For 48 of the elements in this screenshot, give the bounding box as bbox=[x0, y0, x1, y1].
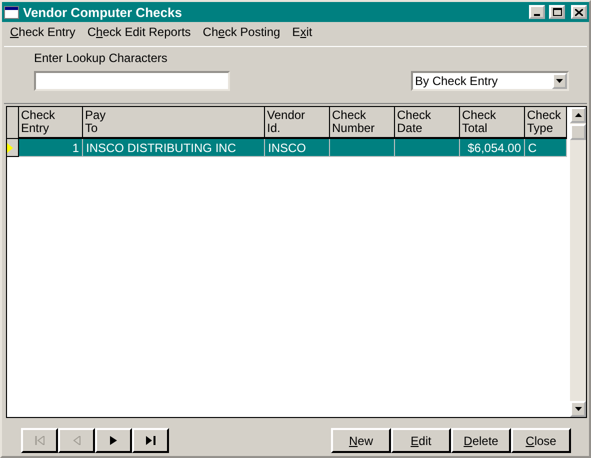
up-arrow-icon bbox=[574, 113, 582, 117]
window-title: Vendor Computer Checks bbox=[23, 4, 183, 20]
table-cell bbox=[395, 139, 460, 157]
scroll-thumb[interactable] bbox=[570, 124, 586, 140]
table-cell: 1 bbox=[19, 139, 83, 157]
column-header[interactable]: Pay To bbox=[83, 107, 265, 139]
caret-icon bbox=[556, 79, 563, 83]
command-button[interactable]: Edit bbox=[391, 428, 451, 453]
column-header[interactable]: Check Type bbox=[525, 107, 567, 139]
table-cell: $6,054.00 bbox=[460, 139, 525, 157]
menu-item[interactable]: Check Posting bbox=[202, 25, 280, 41]
table-cell: C bbox=[525, 139, 567, 157]
column-header[interactable]: Check Total bbox=[460, 107, 525, 139]
scroll-up-button[interactable] bbox=[570, 107, 586, 123]
table-cell: INSCO bbox=[265, 139, 330, 157]
navigation-button[interactable] bbox=[95, 428, 132, 453]
menu-item[interactable]: Check Entry bbox=[10, 25, 76, 41]
maximize-button[interactable] bbox=[549, 5, 565, 19]
current-row-icon bbox=[7, 142, 13, 152]
sort-dropdown[interactable]: By Check Entry bbox=[411, 71, 569, 91]
navigation-button[interactable] bbox=[132, 428, 169, 453]
minimize-button[interactable] bbox=[529, 5, 545, 19]
command-button[interactable]: New bbox=[331, 428, 391, 453]
column-header[interactable]: Check Entry bbox=[19, 107, 83, 139]
vertical-scrollbar[interactable] bbox=[570, 107, 586, 417]
maximize-icon bbox=[552, 8, 562, 16]
column-header[interactable]: Check Number bbox=[330, 107, 395, 139]
row-selector[interactable] bbox=[7, 139, 19, 157]
column-header[interactable]: Vendor Id. bbox=[265, 107, 330, 139]
down-arrow-icon bbox=[574, 407, 582, 411]
column-header[interactable]: Check Date bbox=[395, 107, 460, 139]
command-button[interactable]: Delete bbox=[451, 428, 511, 453]
last-record-icon bbox=[146, 436, 156, 445]
command-button[interactable]: Close bbox=[511, 428, 571, 453]
menu-item[interactable]: Check Edit Reports bbox=[87, 25, 191, 41]
table-cell bbox=[330, 139, 395, 157]
scroll-down-button[interactable] bbox=[570, 401, 586, 417]
close-icon bbox=[575, 8, 583, 16]
lookup-label: Enter Lookup Characters bbox=[34, 51, 168, 65]
close-button[interactable] bbox=[571, 5, 587, 19]
window-icon bbox=[4, 6, 19, 18]
next-icon bbox=[110, 436, 117, 445]
menu-item[interactable]: Exit bbox=[292, 25, 312, 41]
first-record-icon bbox=[34, 436, 44, 445]
table-cell: INSCO DISTRIBUTING INC bbox=[83, 139, 265, 157]
lookup-field[interactable] bbox=[34, 71, 230, 91]
dropdown-button[interactable] bbox=[552, 73, 567, 89]
previous-icon bbox=[72, 436, 80, 445]
